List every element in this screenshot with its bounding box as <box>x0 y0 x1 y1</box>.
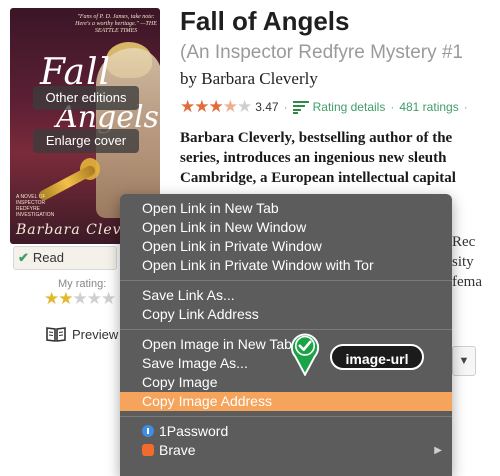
half-star-icon: ★ <box>222 97 238 116</box>
description-line: Cambridge, a European intellectual capit… <box>180 170 456 186</box>
star-icon[interactable]: ★ <box>58 289 73 308</box>
dropdown-chevron-button[interactable]: ▼ <box>452 346 476 376</box>
cover-blurb: "Fans of P. D. James, take note: Here's … <box>75 14 157 34</box>
rating-row: ★★★★★ 3.47 · Rating details · 481 rating… <box>180 97 473 117</box>
description-continued: Rec sity fema <box>452 232 482 292</box>
separator-dot: · <box>283 100 288 114</box>
star-icon[interactable]: ★ <box>101 289 116 308</box>
menu-item-open-link-tor[interactable]: Open Link in Private Window with Tor <box>120 256 452 275</box>
menu-item-brave[interactable]: Brave ▶ <box>120 441 452 460</box>
cover-author: Barbara Clev <box>16 222 122 238</box>
separator-dot: · <box>463 100 468 114</box>
menu-divider <box>120 280 452 281</box>
cover-series-note: A NOVEL OF INSPECTOR REDFYRE INVESTIGATI… <box>16 194 55 218</box>
menu-item-open-link-new-window[interactable]: Open Link in New Window <box>120 218 452 237</box>
average-rating-value: 3.47 <box>255 100 279 114</box>
menu-item-label: 1Password <box>159 423 229 439</box>
star-icon: ★ <box>237 97 252 116</box>
star-icon: ★ <box>180 97 195 116</box>
description-line: Barbara Cleverly, bestselling author of … <box>180 130 453 146</box>
ratings-count-link[interactable]: 481 ratings <box>399 100 458 114</box>
series-link[interactable]: (An Inspector Redfyre Mystery #1 <box>180 42 463 64</box>
star-icon: ★ <box>208 97 224 116</box>
preview-link[interactable]: Preview <box>46 326 118 342</box>
book-open-icon <box>46 327 66 342</box>
book-title: Fall of Angels <box>180 6 350 36</box>
annotation-label: image-url <box>330 344 424 370</box>
author-byline[interactable]: by Barbara Cleverly <box>180 69 318 89</box>
description-line: series, introduces an ingenious new sleu… <box>180 150 447 166</box>
menu-item-1password[interactable]: 1Password <box>120 422 452 441</box>
brave-icon <box>142 444 154 456</box>
book-description: Barbara Cleverly, bestselling author of … <box>180 128 500 188</box>
menu-item-label: Brave <box>159 442 196 458</box>
separator-dot: · <box>390 100 395 114</box>
description-fragment: Rec <box>452 234 476 250</box>
menu-item-save-link-as[interactable]: Save Link As... <box>120 286 452 305</box>
menu-divider <box>120 416 452 417</box>
star-icon[interactable]: ★ <box>44 289 59 308</box>
menu-item-copy-link-address[interactable]: Copy Link Address <box>120 305 452 324</box>
preview-label: Preview <box>72 326 119 342</box>
star-icon[interactable]: ★ <box>73 289 88 308</box>
star-icon[interactable]: ★ <box>87 289 102 308</box>
rating-bars-icon <box>292 100 309 114</box>
chevron-down-icon: ▼ <box>458 355 470 367</box>
average-rating-stars: ★★★★★ <box>180 97 252 117</box>
checkmark-icon: ✔ <box>18 250 29 265</box>
read-status-button[interactable]: ✔ Read <box>13 246 117 270</box>
star-icon: ★ <box>194 97 209 116</box>
submenu-arrow-icon: ▶ <box>434 445 442 456</box>
read-status-label: Read <box>32 250 64 265</box>
description-fragment: fema <box>452 274 482 290</box>
other-editions-button[interactable]: Other editions <box>33 86 139 110</box>
rating-details-link[interactable]: Rating details <box>313 100 386 114</box>
menu-item-open-link-new-tab[interactable]: Open Link in New Tab <box>120 199 452 218</box>
menu-item-copy-image-address[interactable]: Copy Image Address <box>120 392 452 411</box>
annotation-pin-icon <box>290 333 320 376</box>
description-fragment: sity <box>452 254 474 270</box>
my-rating-stars[interactable]: ★★★★★ <box>44 289 116 309</box>
menu-item-open-link-private-window[interactable]: Open Link in Private Window <box>120 237 452 256</box>
1password-icon <box>142 425 154 437</box>
enlarge-cover-button[interactable]: Enlarge cover <box>33 129 139 153</box>
